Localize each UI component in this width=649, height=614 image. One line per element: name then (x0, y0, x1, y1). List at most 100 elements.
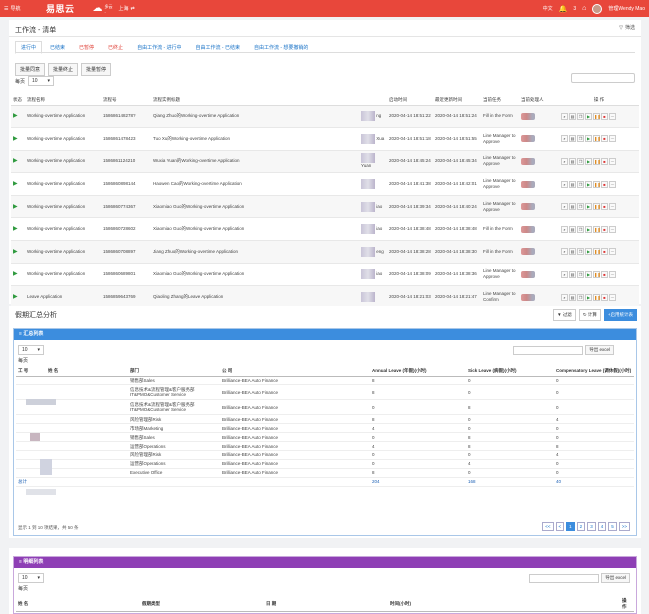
stop-icon[interactable]: ■ (601, 157, 608, 165)
instance-title[interactable]: Wuxia Yuan的Working-overtime Application (151, 150, 359, 174)
pause-icon[interactable]: ❚❚ (593, 180, 601, 188)
page-last[interactable]: >> (618, 522, 630, 531)
resume-icon[interactable]: ▶ (585, 203, 592, 211)
play-icon[interactable]: ▶ (13, 158, 18, 164)
pause-icon[interactable]: ❚❚ (593, 248, 601, 256)
resume-icon[interactable]: ▶ (585, 270, 592, 278)
search-icon[interactable]: ⌕ (561, 180, 568, 188)
batch-approve-button[interactable]: 批量同意 (15, 63, 46, 76)
calculate-button[interactable]: ↻ 计算 (578, 309, 601, 321)
resume-icon[interactable]: ▶ (585, 225, 592, 233)
col-flow-name[interactable]: 流程名称 (25, 96, 101, 106)
resume-icon[interactable]: ▶ (585, 112, 592, 120)
col-current-task[interactable]: 当前任务 (481, 96, 519, 106)
col-sick-leave[interactable]: Sick Leave (病假)(小时) (466, 367, 554, 377)
stop-icon[interactable]: ■ (601, 248, 608, 256)
col-company[interactable]: 公 司 (220, 367, 370, 377)
table-row[interactable]: ▶ Working-overtime Application 15868608981… (11, 172, 639, 196)
nav-menu-button[interactable]: ☰ 导航 (0, 5, 46, 13)
page-4[interactable]: 4 (597, 522, 607, 531)
table-row[interactable]: ▶ Working-overtime Application 15868611242… (11, 150, 639, 174)
col-start-time[interactable]: 启动时间 (387, 96, 433, 106)
pause-icon[interactable]: ❚❚ (593, 270, 601, 278)
copy-icon[interactable]: ❐ (577, 157, 584, 165)
table-row[interactable]: 信息技术&流程管理&客户服务部 IT&PMO&Customer Service B… (16, 384, 634, 401)
export-excel-button[interactable]: 导出 excel (601, 573, 630, 583)
play-icon[interactable]: ▶ (13, 271, 18, 277)
instance-title[interactable]: Tuo Xu的Working-overtime Application (151, 127, 359, 151)
more-icon[interactable]: ⋯ (609, 293, 616, 301)
page-first[interactable]: << (542, 522, 554, 531)
pause-icon[interactable]: ❚❚ (593, 293, 601, 301)
pause-icon[interactable]: ❚❚ (593, 157, 601, 165)
home-icon[interactable]: ⌂ (582, 5, 586, 12)
table-row[interactable]: 风险管理部Risk Brilliance-BEA Auto Finance 8 0 4 (16, 414, 634, 425)
pause-icon[interactable]: ❚❚ (593, 203, 601, 211)
search-icon[interactable]: ⌕ (561, 225, 568, 233)
resume-icon[interactable]: ▶ (585, 180, 592, 188)
table-row[interactable]: ▶ Working-overtime Application 15868614784… (11, 127, 639, 151)
search-icon[interactable]: ⌕ (561, 157, 568, 165)
table-row[interactable]: 市场部Marketing Brilliance-BEA Auto Finance 4… (16, 423, 634, 434)
play-icon[interactable]: ▶ (13, 294, 18, 300)
page-size-select[interactable]: 10 ▾ (28, 76, 55, 86)
col-flow-no[interactable]: 流程号 (101, 96, 151, 106)
table-row[interactable]: 风险管理部Risk Brilliance-BEA Auto Finance 0 0 4 (16, 450, 634, 460)
col-hours[interactable]: 时间(小时) (388, 597, 620, 612)
more-icon[interactable]: ⋯ (609, 270, 616, 278)
play-icon[interactable]: ▶ (13, 113, 18, 119)
document-icon[interactable]: ▤ (569, 112, 576, 120)
col-initiator[interactable] (359, 96, 387, 106)
search-icon[interactable]: ⌕ (561, 112, 568, 120)
more-icon[interactable]: ⋯ (609, 248, 616, 256)
document-icon[interactable]: ▤ (569, 270, 576, 278)
play-icon[interactable]: ▶ (13, 204, 18, 210)
table-row[interactable]: 销售部Sales Brilliance-BEA Auto Finance 8 0 0 (16, 376, 634, 386)
user-name[interactable]: 管理Wendy Mao (608, 5, 645, 12)
enable-stats-button[interactable]: +启用统计表 (603, 309, 637, 321)
table-row[interactable]: ▶ Working-overtime Application 15868607088… (11, 240, 639, 264)
table-row[interactable]: ▶ Leave Application 1586859643769 Qiaoling … (11, 285, 639, 309)
more-icon[interactable]: ⋯ (609, 135, 616, 143)
copy-icon[interactable]: ❐ (577, 248, 584, 256)
copy-icon[interactable]: ❐ (577, 293, 584, 301)
resume-icon[interactable]: ▶ (585, 248, 592, 256)
switch-city-icon[interactable]: ⇄ (131, 6, 135, 12)
col-leave-type[interactable]: 假期类型 (140, 597, 264, 612)
search-icon[interactable]: ⌕ (561, 293, 568, 301)
search-icon[interactable]: ⌕ (561, 135, 568, 143)
batch-pause-button[interactable]: 批量暂停 (81, 63, 112, 76)
copy-icon[interactable]: ❐ (577, 180, 584, 188)
page-size-select[interactable]: 10 ▾ (18, 345, 44, 355)
col-annual-leave[interactable]: Annual Leave (年假)(小时) (370, 367, 466, 377)
document-icon[interactable]: ▤ (569, 293, 576, 301)
page-size-select[interactable]: 10 ▾ (18, 573, 44, 583)
play-icon[interactable]: ▶ (13, 136, 18, 142)
col-name[interactable]: 姓 名 (46, 367, 128, 377)
stop-icon[interactable]: ■ (601, 112, 608, 120)
search-input[interactable] (513, 345, 584, 355)
instance-title[interactable]: Qiang Zhuo的Working-overtime Application (151, 105, 359, 129)
pause-icon[interactable]: ❚❚ (593, 135, 601, 143)
document-icon[interactable]: ▤ (569, 157, 576, 165)
copy-icon[interactable]: ❐ (577, 112, 584, 120)
document-icon[interactable]: ▤ (569, 135, 576, 143)
page-2[interactable]: 2 (576, 522, 586, 531)
copy-icon[interactable]: ❐ (577, 225, 584, 233)
table-row[interactable]: ▶ Working-overtime Application 15868607743… (11, 195, 639, 219)
copy-icon[interactable]: ❐ (577, 135, 584, 143)
resume-icon[interactable]: ▶ (585, 293, 592, 301)
col-current-handler[interactable]: 当前处理人 (519, 96, 559, 106)
instance-title[interactable]: Qiaoling Zhang的Leave Application (151, 285, 359, 309)
search-input[interactable] (571, 73, 635, 83)
instance-title[interactable]: Jiang Zhuo的Working-overtime Application (151, 240, 359, 264)
batch-terminate-button[interactable]: 批量终止 (48, 63, 79, 76)
resume-icon[interactable]: ▶ (585, 157, 592, 165)
page-1[interactable]: 1 (566, 522, 575, 531)
stop-icon[interactable]: ■ (601, 270, 608, 278)
search-input[interactable] (529, 573, 600, 583)
filter-button[interactable]: ▽ 筛选 (619, 24, 635, 32)
filter-button[interactable]: ▼ 过滤 (553, 309, 576, 321)
copy-icon[interactable]: ❐ (577, 203, 584, 211)
stop-icon[interactable]: ■ (601, 203, 608, 211)
